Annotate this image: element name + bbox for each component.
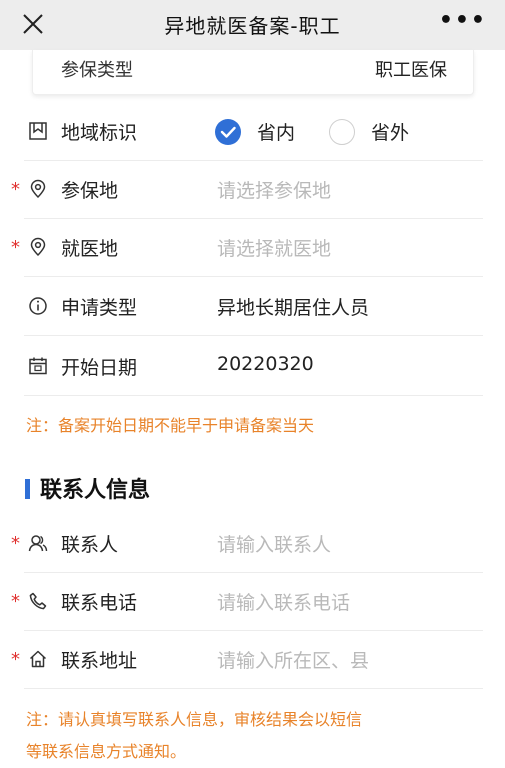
contact-phone-label: 联系电话 — [61, 592, 138, 614]
insurance-type-value: 职工医保 — [375, 60, 447, 81]
required-mark: * — [11, 649, 20, 670]
section-accent-bar — [25, 479, 30, 499]
phone-icon — [29, 592, 47, 610]
bookmark-icon — [29, 122, 47, 140]
contact-notice-line-2: 等联系信息方式通知。 — [26, 742, 187, 761]
insurance-type-card: 参保类型 职工医保 — [32, 50, 474, 95]
page-title: 异地就医备案-职工 — [164, 14, 341, 38]
radio-unchecked-icon — [329, 119, 355, 145]
insured-place-label: 参保地 — [61, 180, 119, 202]
contact-address-input[interactable]: 请输入所在区、县 — [217, 646, 369, 673]
more-options-icon[interactable]: ••• — [439, 8, 487, 33]
contact-notice: 注：请认真填写联系人信息，审核结果会以短信 等联系信息方式通知。 — [26, 704, 362, 768]
top-bar: 异地就医备案-职工 ••• — [0, 0, 505, 50]
region-row: 地域标识 省内 省外 — [0, 103, 505, 161]
divider — [24, 395, 483, 396]
contact-notice-line-1: 注：请认真填写联系人信息，审核结果会以短信 — [26, 710, 363, 729]
location-pin-icon — [30, 237, 46, 257]
required-mark: * — [11, 237, 20, 258]
region-option-label: 省内 — [257, 122, 296, 144]
divider — [24, 688, 483, 689]
required-mark: * — [11, 179, 20, 200]
person-icon — [28, 535, 48, 552]
info-icon — [29, 297, 47, 315]
application-type-label: 申请类型 — [61, 297, 138, 319]
divider — [24, 276, 483, 277]
application-type-row[interactable]: 申请类型 异地长期居住人员 — [0, 278, 505, 336]
radio-checked-icon — [215, 119, 241, 145]
start-date-value[interactable]: 20220320 — [217, 353, 314, 375]
contact-phone-row[interactable]: * 联系电话 请输入联系电话 — [0, 573, 505, 631]
contact-section-header: 联系人信息 — [0, 458, 505, 516]
start-date-notice: 注：备案开始日期不能早于申请备案当天 — [26, 416, 315, 435]
contact-section-title: 联系人信息 — [40, 478, 151, 503]
start-date-row[interactable]: 开始日期 20220320 — [0, 338, 505, 396]
contact-phone-input[interactable]: 请输入联系电话 — [217, 588, 350, 615]
divider — [24, 335, 483, 336]
start-date-label: 开始日期 — [61, 357, 138, 379]
calendar-icon — [29, 357, 47, 375]
region-option-label: 省外 — [371, 122, 410, 144]
insurance-type-label: 参保类型 — [61, 60, 133, 81]
application-type-value[interactable]: 异地长期居住人员 — [217, 293, 369, 320]
contact-person-label: 联系人 — [61, 534, 119, 556]
insured-place-row[interactable]: * 参保地 请选择参保地 — [0, 161, 505, 219]
contact-person-input[interactable]: 请输入联系人 — [217, 530, 331, 557]
insured-place-select[interactable]: 请选择参保地 — [217, 176, 331, 203]
home-icon — [29, 650, 47, 668]
contact-address-label: 联系地址 — [61, 650, 138, 672]
medical-place-select[interactable]: 请选择就医地 — [217, 234, 331, 261]
required-mark: * — [11, 533, 20, 554]
required-mark: * — [11, 591, 20, 612]
contact-address-row[interactable]: * 联系地址 请输入所在区、县 — [0, 631, 505, 689]
medical-place-label: 就医地 — [61, 238, 119, 260]
contact-person-row[interactable]: * 联系人 请输入联系人 — [0, 515, 505, 573]
region-label: 地域标识 — [61, 122, 138, 144]
location-pin-icon — [30, 179, 46, 199]
medical-place-row[interactable]: * 就医地 请选择就医地 — [0, 219, 505, 277]
